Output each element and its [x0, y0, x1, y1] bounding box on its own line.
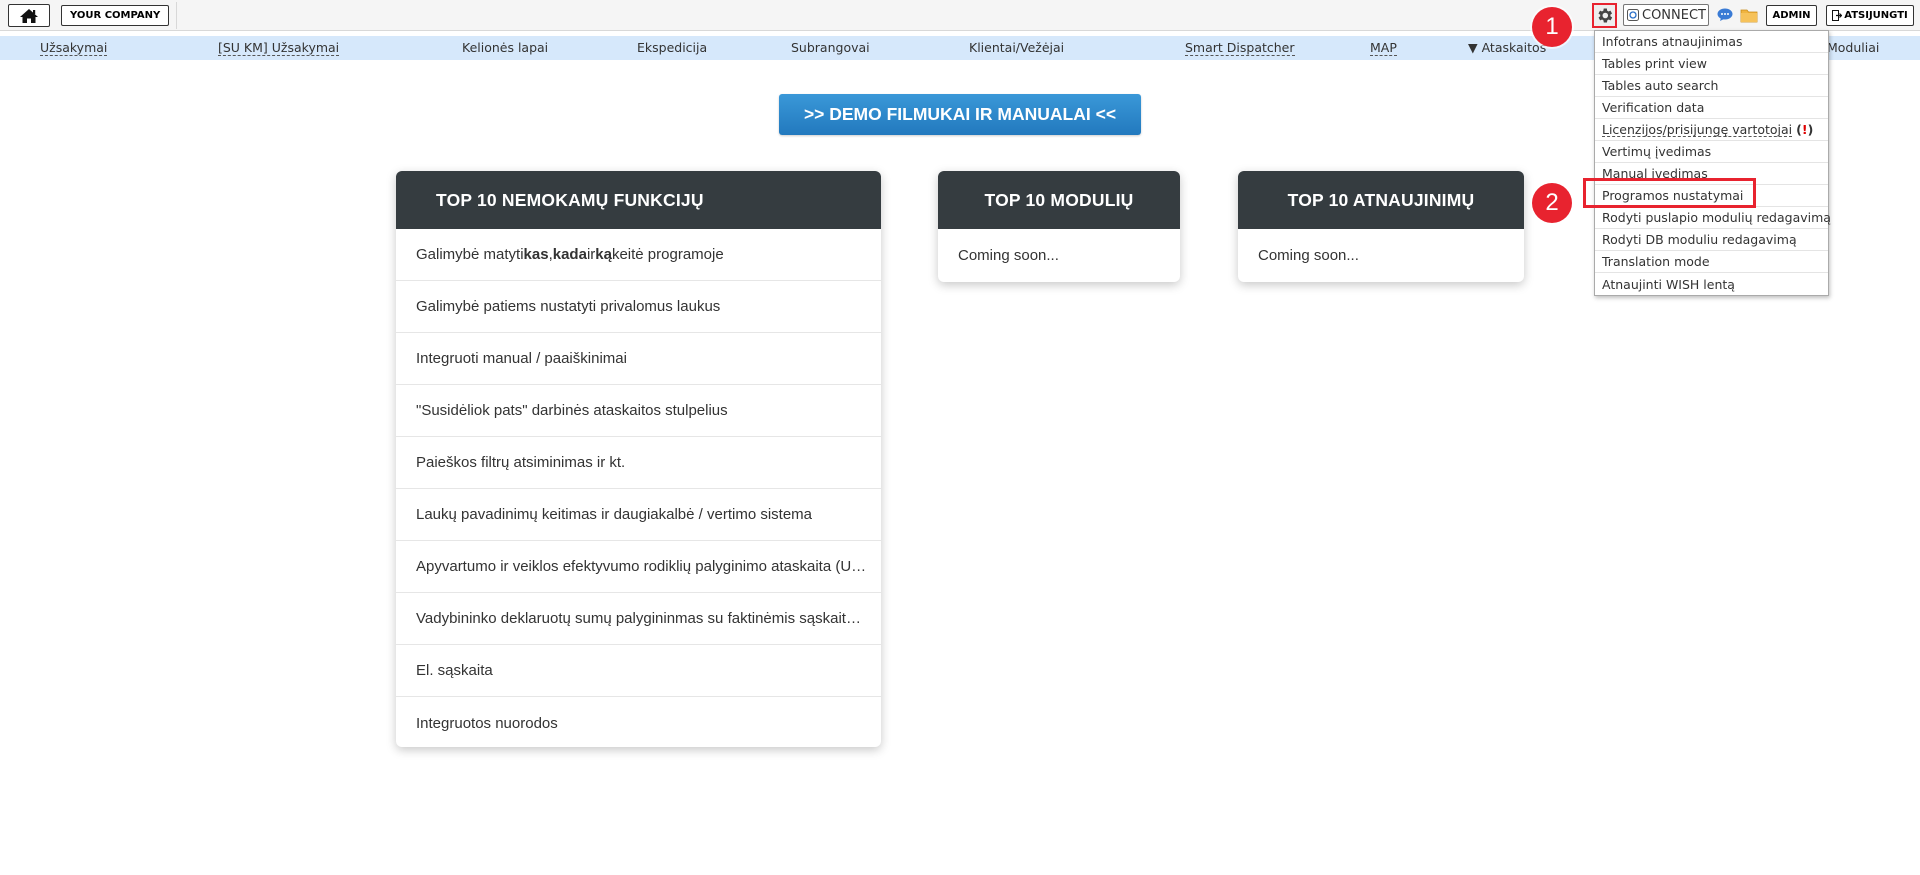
- menu-item-tables-auto-search[interactable]: Tables auto search: [1595, 75, 1828, 97]
- card-title: TOP 10 ATNAUJINIMŲ: [1238, 171, 1524, 229]
- card-title: TOP 10 MODULIŲ: [938, 171, 1180, 229]
- top-functions-card: TOP 10 NEMOKAMŲ FUNKCIJŲ Galimybė matyti…: [396, 171, 881, 747]
- list-item: "Susidėliok pats" darbinės ataskaitos st…: [396, 385, 881, 437]
- coming-soon-text: Coming soon...: [1258, 246, 1359, 264]
- step-badge-1: 1: [1532, 7, 1572, 47]
- nav-smart-dispatcher[interactable]: Smart Dispatcher: [1185, 41, 1295, 56]
- menu-item-wish-board[interactable]: Atnaujinti WISH lentą: [1595, 273, 1828, 295]
- menu-item-db-module-edit[interactable]: Rodyti DB moduliu redagavimą: [1595, 229, 1828, 251]
- top-modules-card: TOP 10 MODULIŲ Coming soon...: [938, 171, 1180, 282]
- folder-icon[interactable]: [1740, 7, 1758, 23]
- nav-moduliai[interactable]: Moduliai: [1827, 41, 1879, 55]
- card-title: TOP 10 NEMOKAMŲ FUNKCIJŲ: [396, 171, 881, 229]
- coming-soon-text: Coming soon...: [958, 246, 1059, 264]
- divider: [176, 2, 177, 29]
- menu-item-infotrans-update[interactable]: Infotrans atnaujinimas: [1595, 31, 1828, 53]
- list-item: Apyvartumo ir veiklos efektyvumo rodikli…: [396, 541, 881, 593]
- home-button[interactable]: [8, 4, 50, 27]
- highlight-box: [1583, 178, 1756, 208]
- nav-ekspedicija[interactable]: Ekspedicija: [637, 41, 707, 55]
- company-button[interactable]: YOUR COMPANY: [61, 5, 170, 26]
- connect-icon: [1627, 9, 1639, 21]
- menu-item-translation-mode[interactable]: Translation mode: [1595, 251, 1828, 273]
- settings-button[interactable]: [1592, 3, 1617, 28]
- admin-button[interactable]: ADMIN: [1766, 5, 1817, 26]
- list-item: Laukų pavadinimų keitimas ir daugiakalbė…: [396, 489, 881, 541]
- menu-item-page-module-edit[interactable]: Rodyti puslapio modulių redagavimą: [1595, 207, 1831, 229]
- menu-item-tables-print-view[interactable]: Tables print view: [1595, 53, 1828, 75]
- logout-icon: [1832, 10, 1843, 21]
- home-icon: [20, 8, 38, 23]
- demo-videos-button[interactable]: >> DEMO FILMUKAI IR MANUALAI <<: [779, 94, 1141, 135]
- list-item: Galimybė matyti kas, kada ir ką keitė pr…: [396, 229, 881, 281]
- menu-item-translations[interactable]: Vertimų įvedimas: [1595, 141, 1828, 163]
- nav-keliones-lapai[interactable]: Kelionės lapai: [462, 41, 548, 55]
- connect-button[interactable]: CONNECT: [1623, 4, 1709, 26]
- menu-item-licenses[interactable]: Licenzijos/prisijungę vartotojai (!): [1595, 119, 1828, 141]
- nav-ataskaitos[interactable]: ▼ Ataskaitos: [1468, 41, 1546, 55]
- list-item: El. sąskaita: [396, 645, 881, 697]
- list-item: Integruoti manual / paaiškinimai: [396, 333, 881, 385]
- step-badge-2: 2: [1532, 183, 1572, 223]
- logout-button[interactable]: ATSIJUNGTI: [1826, 5, 1914, 26]
- connect-label: CONNECT: [1642, 7, 1706, 23]
- nav-map[interactable]: MAP: [1370, 41, 1397, 56]
- list-item: Integruotos nuorodos: [416, 714, 558, 732]
- settings-dropdown-menu: Infotrans atnaujinimas Tables print view…: [1594, 30, 1831, 296]
- nav-uzsakymai[interactable]: Užsakymai: [40, 41, 108, 56]
- gear-icon: [1598, 8, 1613, 23]
- chat-icon[interactable]: [1717, 8, 1733, 21]
- nav-klientai-vezejai[interactable]: Klientai/Vežėjai: [969, 41, 1064, 55]
- list-item: Galimybė patiems nustatyti privalomus la…: [396, 281, 881, 333]
- top-updates-card: TOP 10 ATNAUJINIMŲ Coming soon...: [1238, 171, 1524, 282]
- nav-su-km-uzsakymai[interactable]: [SU KM] Užsakymai: [218, 41, 340, 56]
- menu-item-verification-data[interactable]: Verification data: [1595, 97, 1828, 119]
- nav-subrangovai[interactable]: Subrangovai: [791, 41, 870, 55]
- list-item: Vadybininko deklaruotų sumų palygininmas…: [396, 593, 881, 645]
- list-item: Paieškos filtrų atsiminimas ir kt.: [396, 437, 881, 489]
- top-bar: YOUR COMPANY CONNECT ADMIN ATSIJUNGTI: [0, 0, 1920, 31]
- logout-label: ATSIJUNGTI: [1844, 10, 1908, 21]
